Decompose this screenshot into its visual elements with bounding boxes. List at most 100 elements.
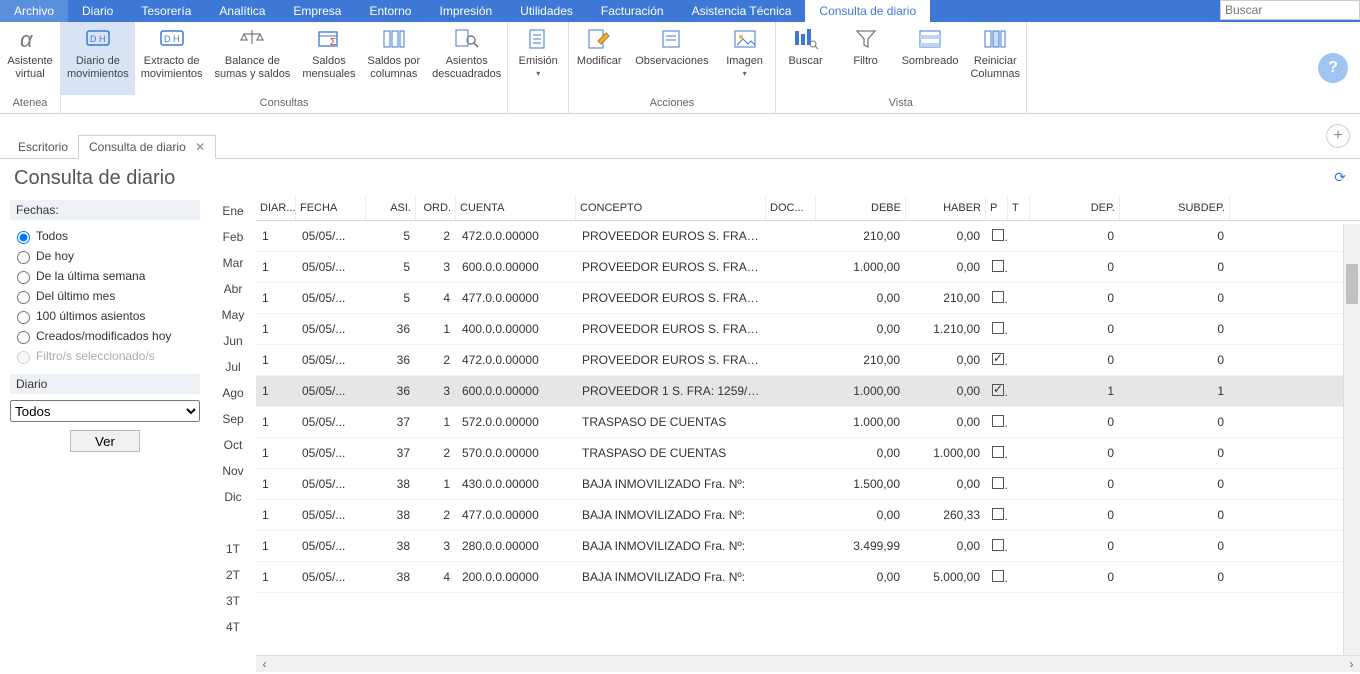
date-filter-option[interactable]: Todos	[10, 226, 200, 246]
checkbox-p[interactable]	[992, 508, 1004, 520]
checkbox-p[interactable]	[992, 384, 1004, 396]
month-ene[interactable]: Ene	[210, 198, 256, 224]
month-1t[interactable]: 1T	[210, 536, 256, 562]
radio-input[interactable]	[17, 251, 30, 264]
ribbon-reiniciar-columnas[interactable]: ReiniciarColumnas	[964, 22, 1026, 95]
ribbon-imagen[interactable]: Imagen▾	[715, 22, 775, 95]
col-header[interactable]: T	[1008, 196, 1030, 220]
month-jul[interactable]: Jul	[210, 354, 256, 380]
month-3t[interactable]: 3T	[210, 588, 256, 614]
radio-input[interactable]	[17, 271, 30, 284]
ribbon-balance-sumas-saldos[interactable]: Balance desumas y saldos	[209, 22, 297, 95]
date-filter-option[interactable]: Del último mes	[10, 286, 200, 306]
scroll-left-icon[interactable]: ‹	[256, 657, 273, 671]
checkbox-p[interactable]	[992, 291, 1004, 303]
search-input[interactable]	[1220, 0, 1360, 20]
menu-item[interactable]: Consulta de diario	[805, 0, 930, 22]
col-header[interactable]: ASI.	[366, 196, 416, 220]
table-row[interactable]: 105/05/...382477.0.0.00000BAJA INMOVILIZ…	[256, 500, 1360, 531]
scroll-right-icon[interactable]: ›	[1343, 657, 1360, 671]
col-header[interactable]: DOC...	[766, 196, 816, 220]
menu-item[interactable]: Facturación	[587, 0, 678, 22]
menu-item[interactable]: Tesorería	[127, 0, 205, 22]
col-header[interactable]: DIAR...	[256, 196, 296, 220]
month-mar[interactable]: Mar	[210, 250, 256, 276]
table-row[interactable]: 105/05/...361400.0.0.00000PROVEEDOR EURO…	[256, 314, 1360, 345]
date-filter-option[interactable]: De hoy	[10, 246, 200, 266]
checkbox-p[interactable]	[992, 322, 1004, 334]
menu-item[interactable]: Analítica	[205, 0, 279, 22]
checkbox-p[interactable]	[992, 353, 1004, 365]
ver-button[interactable]: Ver	[70, 430, 140, 452]
close-icon[interactable]: ✕	[195, 140, 205, 154]
ribbon-diario-movimientos[interactable]: D HDiario demovimientos	[61, 22, 135, 95]
ribbon-observaciones[interactable]: Observaciones	[629, 22, 714, 95]
grid-body[interactable]: 105/05/...52472.0.0.00000PROVEEDOR EUROS…	[256, 221, 1360, 655]
month-nov[interactable]: Nov	[210, 458, 256, 484]
col-header[interactable]: HABER	[906, 196, 986, 220]
checkbox-p[interactable]	[992, 539, 1004, 551]
month-sep[interactable]: Sep	[210, 406, 256, 432]
radio-input[interactable]	[17, 291, 30, 304]
ribbon-sombreado[interactable]: Sombreado	[896, 22, 965, 95]
checkbox-p[interactable]	[992, 415, 1004, 427]
month-abr[interactable]: Abr	[210, 276, 256, 302]
col-header[interactable]: DEBE	[816, 196, 906, 220]
radio-input[interactable]	[17, 231, 30, 244]
date-filter-option[interactable]: Creados/modificados hoy	[10, 326, 200, 346]
date-filter-option[interactable]: De la última semana	[10, 266, 200, 286]
col-header[interactable]: SUBDEP.	[1120, 196, 1230, 220]
table-row[interactable]: 105/05/...52472.0.0.00000PROVEEDOR EUROS…	[256, 221, 1360, 252]
ribbon-emision[interactable]: Emisión▾	[508, 22, 568, 107]
checkbox-p[interactable]	[992, 260, 1004, 272]
table-row[interactable]: 105/05/...54477.0.0.00000PROVEEDOR EUROS…	[256, 283, 1360, 314]
refresh-icon[interactable]: ⟳	[1334, 169, 1346, 186]
add-tab-button[interactable]: +	[1326, 124, 1350, 148]
menu-item[interactable]: Utilidades	[506, 0, 587, 22]
help-icon[interactable]: ?	[1318, 53, 1348, 83]
month-jun[interactable]: Jun	[210, 328, 256, 354]
month-feb[interactable]: Feb	[210, 224, 256, 250]
tab-escritorio[interactable]: Escritorio	[8, 136, 78, 158]
month-oct[interactable]: Oct	[210, 432, 256, 458]
checkbox-p[interactable]	[992, 477, 1004, 489]
ribbon-saldos-mensuales[interactable]: ΣSaldosmensuales	[296, 22, 361, 95]
horizontal-scrollbar[interactable]: ‹ ›	[256, 655, 1360, 672]
table-row[interactable]: 105/05/...384200.0.0.00000BAJA INMOVILIZ…	[256, 562, 1360, 593]
menu-item[interactable]: Entorno	[355, 0, 425, 22]
ribbon-filtro[interactable]: Filtro	[836, 22, 896, 95]
menu-item[interactable]: Empresa	[279, 0, 355, 22]
radio-input[interactable]	[17, 311, 30, 324]
table-row[interactable]: 105/05/...371572.0.0.00000TRASPASO DE CU…	[256, 407, 1360, 438]
menu-item[interactable]: Diario	[68, 0, 127, 22]
vertical-scrollbar[interactable]	[1343, 224, 1360, 655]
diario-select[interactable]: Todos	[10, 400, 200, 422]
table-row[interactable]: 105/05/...53600.0.0.00000PROVEEDOR EUROS…	[256, 252, 1360, 283]
tab-consulta-diario[interactable]: Consulta de diario ✕	[78, 135, 216, 159]
ribbon-asientos-descuadrados[interactable]: Asientosdescuadrados	[426, 22, 507, 95]
table-row[interactable]: 105/05/...372570.0.0.00000TRASPASO DE CU…	[256, 438, 1360, 469]
table-row[interactable]: 105/05/...362472.0.0.00000PROVEEDOR EURO…	[256, 345, 1360, 376]
table-row[interactable]: 105/05/...381430.0.0.00000BAJA INMOVILIZ…	[256, 469, 1360, 500]
col-header[interactable]: CONCEPTO	[576, 196, 766, 220]
menu-item[interactable]: Archivo	[0, 0, 68, 22]
month-4t[interactable]: 4T	[210, 614, 256, 640]
date-filter-option[interactable]: 100 últimos asientos	[10, 306, 200, 326]
month-ago[interactable]: Ago	[210, 380, 256, 406]
scrollbar-thumb[interactable]	[1346, 264, 1358, 304]
checkbox-p[interactable]	[992, 570, 1004, 582]
table-row[interactable]: 105/05/...383280.0.0.00000BAJA INMOVILIZ…	[256, 531, 1360, 562]
month-dic[interactable]: Dic	[210, 484, 256, 510]
checkbox-p[interactable]	[992, 229, 1004, 241]
col-header[interactable]: P	[986, 196, 1008, 220]
ribbon-extracto-movimientos[interactable]: D HExtracto demovimientos	[135, 22, 209, 95]
menu-item[interactable]: Impresión	[425, 0, 506, 22]
checkbox-p[interactable]	[992, 446, 1004, 458]
ribbon-saldos-por-columnas[interactable]: Saldos porcolumnas	[362, 22, 427, 95]
month-may[interactable]: May	[210, 302, 256, 328]
radio-input[interactable]	[17, 331, 30, 344]
col-header[interactable]: CUENTA	[456, 196, 576, 220]
ribbon-asistente-virtual[interactable]: αAsistentevirtual	[0, 22, 60, 95]
ribbon-modificar[interactable]: Modificar	[569, 22, 629, 95]
ribbon-buscar[interactable]: Buscar	[776, 22, 836, 95]
